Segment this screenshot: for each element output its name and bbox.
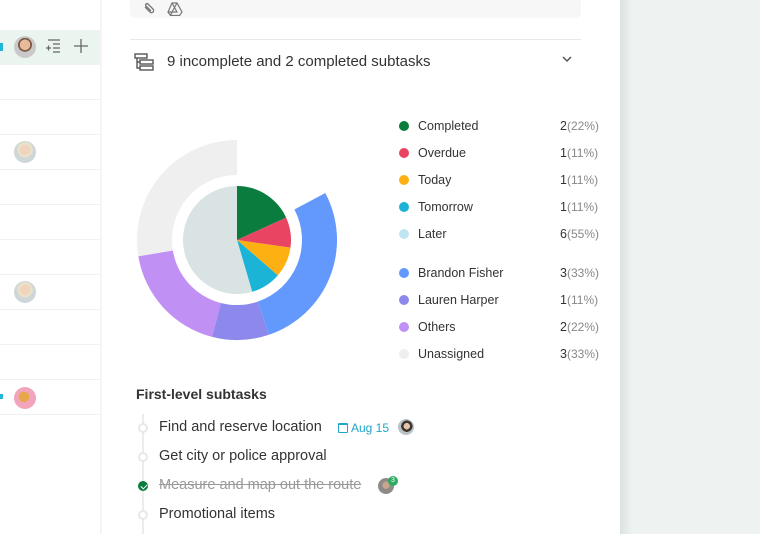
legend-item[interactable]: Brandon Fisher 3 (33%): [396, 264, 600, 291]
legend-color-dot: [399, 175, 409, 185]
legend-percent: (22%): [567, 320, 600, 334]
legend-color-dot: [399, 121, 409, 131]
panel-shadow: [620, 0, 632, 534]
legend-label: Overdue: [418, 146, 466, 160]
due-date-marker: [0, 394, 3, 399]
legend-item[interactable]: Others 2 (22%): [396, 318, 600, 345]
legend-item[interactable]: Overdue 1 (11%): [396, 144, 599, 171]
legend-count: 3: [560, 266, 567, 280]
legend-percent: (33%): [567, 347, 600, 361]
paperclip-icon[interactable]: [142, 2, 156, 16]
legend-color-dot: [399, 349, 409, 359]
assignee-avatar[interactable]: [398, 419, 414, 435]
google-drive-icon[interactable]: [167, 2, 183, 17]
task-detail-panel: 9 incomplete and 2 completed subtasks Co…: [102, 0, 620, 534]
legend-label: Completed: [418, 119, 479, 133]
task-row[interactable]: [0, 310, 100, 345]
complete-checkbox[interactable]: [138, 452, 148, 462]
subtask-name[interactable]: Get city or police approval: [159, 448, 327, 464]
legend-label: Others: [418, 320, 456, 334]
task-row-active[interactable]: [0, 30, 100, 65]
legend-percent: (11%): [567, 146, 599, 160]
subtask-name[interactable]: Measure and map out the route: [159, 477, 361, 493]
subtasks-summary-text: 9 incomplete and 2 completed subtasks: [167, 53, 431, 70]
attachments-card: [130, 0, 581, 18]
chart-legend: Completed 2 (22%) Overdue 1 (11%) Today 1 (11%) T…: [396, 117, 600, 372]
due-date-text: Aug 15: [351, 421, 390, 435]
task-row[interactable]: [0, 205, 100, 240]
assignee-avatar[interactable]: [14, 387, 36, 409]
legend-percent: (11%): [567, 200, 599, 214]
legend-item[interactable]: Lauren Harper 1 (11%): [396, 291, 599, 318]
subtasks-summary-toggle[interactable]: 9 incomplete and 2 completed subtasks: [134, 50, 580, 76]
legend-count: 1: [560, 200, 567, 214]
legend-color-dot: [399, 148, 409, 158]
legend-percent: (11%): [567, 173, 599, 187]
legend-percent: (11%): [567, 293, 599, 307]
subtask-item[interactable]: Get city or police approval: [136, 448, 576, 468]
legend-percent: (33%): [567, 266, 600, 280]
legend-count: 2: [560, 119, 567, 133]
legend-label: Brandon Fisher: [418, 266, 504, 280]
legend-count: 1: [560, 293, 567, 307]
task-row[interactable]: [0, 170, 100, 205]
task-row[interactable]: [0, 135, 100, 170]
subtask-item[interactable]: Find and reserve location Aug 15: [136, 419, 576, 439]
legend-color-dot: [399, 202, 409, 212]
complete-checkbox[interactable]: [138, 510, 148, 520]
due-date-marker: [0, 43, 3, 51]
task-row[interactable]: [0, 380, 100, 415]
task-row[interactable]: [0, 100, 100, 135]
task-row[interactable]: [0, 65, 100, 100]
assignee-avatar[interactable]: [14, 36, 36, 58]
task-row[interactable]: [0, 345, 100, 380]
task-list-panel: [0, 0, 100, 534]
legend-item[interactable]: Today 1 (11%): [396, 171, 599, 198]
subtask-count-badge: 3: [388, 476, 398, 486]
task-row[interactable]: [0, 275, 100, 310]
assignee-avatar[interactable]: [14, 281, 36, 303]
subtask-item[interactable]: Measure and map out the route 3: [136, 476, 576, 497]
complete-checkbox[interactable]: [138, 423, 148, 433]
calendar-icon: [338, 423, 348, 433]
legend-label: Unassigned: [418, 347, 485, 361]
chevron-down-icon[interactable]: [562, 52, 572, 66]
plus-icon[interactable]: [73, 38, 89, 58]
legend-item[interactable]: Tomorrow 1 (11%): [396, 198, 599, 225]
legend-percent: (22%): [567, 119, 600, 133]
legend-item[interactable]: Completed 2 (22%): [396, 117, 600, 144]
legend-color-dot: [399, 229, 409, 239]
legend-color-dot: [399, 268, 409, 278]
subtask-donut-chart: [137, 140, 337, 340]
legend-color-dot: [399, 322, 409, 332]
subtask-name[interactable]: Find and reserve location: [159, 419, 322, 435]
subtask-name[interactable]: Promotional items: [159, 506, 275, 522]
due-date[interactable]: Aug 15: [338, 421, 389, 435]
status-pie: [183, 186, 291, 294]
legend-item[interactable]: Unassigned 3 (33%): [396, 345, 600, 372]
task-row[interactable]: [0, 240, 100, 275]
legend-label: Today: [418, 173, 452, 187]
legend-count: 2: [560, 320, 567, 334]
legend-label: Later: [418, 227, 447, 241]
assignee-avatar[interactable]: [14, 141, 36, 163]
background-page: [620, 0, 760, 534]
legend-count: 1: [560, 173, 567, 187]
legend-color-dot: [399, 295, 409, 305]
subtask-tree-icon: [134, 53, 154, 71]
legend-count: 6: [560, 227, 567, 241]
legend-count: 1: [560, 146, 567, 160]
legend-count: 3: [560, 347, 567, 361]
legend-percent: (55%): [567, 227, 600, 241]
first-level-subtasks-heading: First-level subtasks: [136, 386, 267, 402]
legend-label: Lauren Harper: [418, 293, 499, 307]
completed-checkbox[interactable]: [138, 481, 148, 491]
legend-item[interactable]: Later 6 (55%): [396, 225, 600, 252]
legend-label: Tomorrow: [418, 200, 473, 214]
subtask-item[interactable]: Promotional items: [136, 506, 576, 526]
section-divider: [130, 39, 581, 40]
add-subtask-icon[interactable]: [45, 39, 61, 57]
